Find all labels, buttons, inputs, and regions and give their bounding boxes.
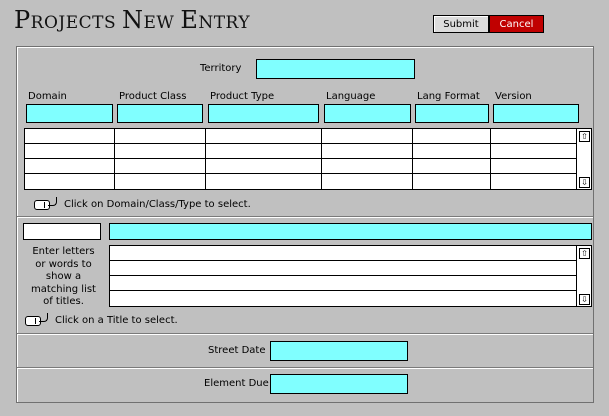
submit-button[interactable]: Submit <box>433 15 489 33</box>
cancel-button[interactable]: Cancel <box>489 15 544 33</box>
title-search-field[interactable] <box>109 223 592 240</box>
territory-label: Territory <box>200 63 242 74</box>
instruction-line: show a <box>45 271 82 282</box>
product-type-label: Product Type <box>210 91 275 102</box>
selection-list[interactable]: ⇧ ⇩ <box>24 128 592 190</box>
page-title: PROJECTS NEW ENTRY <box>14 6 251 34</box>
language-field[interactable] <box>324 104 411 123</box>
version-field[interactable] <box>493 104 579 123</box>
street-date-field[interactable] <box>270 341 408 361</box>
product-class-field[interactable] <box>117 104 203 123</box>
scroll-down-arrow-icon[interactable]: ⇩ <box>579 177 590 188</box>
title-list[interactable]: ⇧ ⇩ <box>109 245 592 307</box>
mouse-click-icon-tail <box>39 313 48 322</box>
street-date-label: Street Date <box>208 345 266 356</box>
domain-label: Domain <box>28 91 67 102</box>
divider <box>17 367 593 368</box>
instruction-line: or words to <box>35 258 92 270</box>
instruction-line: matching list <box>31 283 96 295</box>
element-due-field[interactable] <box>270 374 408 394</box>
divider <box>17 333 593 334</box>
domain-field[interactable] <box>26 104 113 123</box>
element-due-label: Element Due <box>204 378 269 389</box>
instruction-line: of titles. <box>43 296 84 307</box>
title-code-field[interactable] <box>23 223 101 240</box>
divider <box>17 216 593 217</box>
selection-list-scrollbar[interactable]: ⇧ ⇩ <box>576 129 591 189</box>
title-search-instruction: Enter letters or words to show a matchin… <box>26 246 101 309</box>
language-label: Language <box>326 91 376 102</box>
title-list-scrollbar[interactable]: ⇧ ⇩ <box>576 246 591 306</box>
product-class-label: Product Class <box>119 91 187 102</box>
territory-field[interactable] <box>256 59 415 79</box>
lang-format-field[interactable] <box>415 104 489 123</box>
instruction-line: Enter letters <box>32 246 95 257</box>
scroll-up-arrow-icon[interactable]: ⇧ <box>579 131 590 142</box>
scroll-up-arrow-icon[interactable]: ⇧ <box>579 248 590 259</box>
title-select-hint: Click on a Title to select. <box>55 315 178 326</box>
scroll-down-arrow-icon[interactable]: ⇩ <box>579 294 590 305</box>
version-label: Version <box>495 91 532 102</box>
mouse-click-icon-tail <box>48 197 57 206</box>
product-type-field[interactable] <box>208 104 319 123</box>
selection-hint: Click on Domain/Class/Type to select. <box>64 199 251 210</box>
lang-format-label: Lang Format <box>417 91 480 102</box>
